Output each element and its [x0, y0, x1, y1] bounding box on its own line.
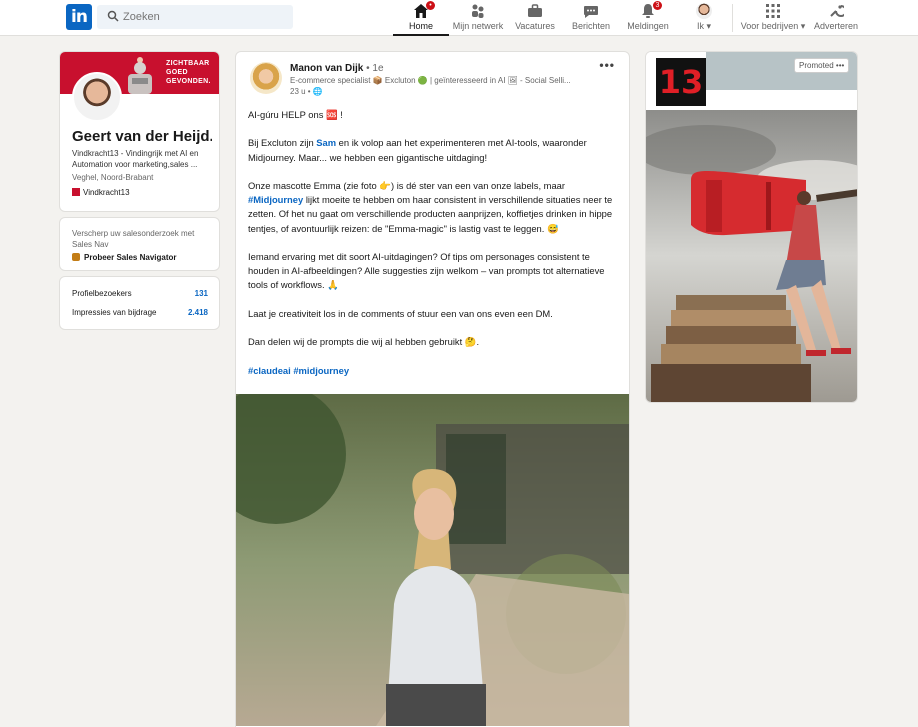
nav-notifications-label: Meldingen: [627, 21, 669, 31]
profile-name[interactable]: Geert van der Heijd...: [72, 128, 212, 145]
stat-impressions[interactable]: Impressies van bijdrage 2.418: [72, 308, 208, 317]
chevron-down-icon: ▾: [800, 21, 806, 31]
nav-advertise[interactable]: Adverteren: [811, 0, 861, 36]
banner-illustration: [128, 57, 152, 94]
search-icon: [107, 10, 119, 22]
nav-me-label: Ik ▾: [683, 21, 725, 32]
post-text-segment: Bij Excluton zijn: [248, 137, 317, 149]
linkedin-logo[interactable]: in: [66, 4, 92, 30]
profile-headline: Vindkracht13 - Vindingrijk met AI en Aut…: [72, 149, 199, 169]
hashtag-link[interactable]: #Midjourney: [248, 194, 303, 205]
nav-for-business-label: Voor bedrijven ▾: [738, 21, 808, 32]
advertise-icon: [828, 3, 847, 19]
post-text-segment: Onze mascotte Emma (zie foto 👉) is dé st…: [248, 179, 566, 191]
stat-profile-viewers[interactable]: Profielbezoekers 131: [72, 289, 208, 298]
nav-messaging-label: Berichten: [571, 21, 611, 31]
nav-home[interactable]: • Home: [393, 0, 449, 36]
post-paragraph: Iemand ervaring met dit soort AI-uitdagi…: [248, 250, 605, 291]
avatar-icon: [696, 3, 712, 19]
nav-advertise-label: Adverteren: [813, 21, 859, 31]
promo-text: Verscherp uw salesonderzoek met Sales Na…: [72, 229, 195, 249]
post-text-segment: lijkt moeite te hebben om haar consisten…: [248, 194, 613, 234]
post-author-avatar[interactable]: [250, 62, 282, 94]
home-badge: •: [426, 1, 435, 10]
nav-me[interactable]: Ik ▾: [683, 0, 725, 36]
nav-me-text: Ik: [696, 21, 704, 31]
profile-company[interactable]: Vindkracht13: [72, 188, 130, 197]
top-navigation-bar: in • Home Mijn netwerk Vacatures Bericht…: [0, 0, 918, 36]
post-paragraph: Onze mascotte Emma (zie foto 👉) is dé st…: [248, 179, 618, 236]
post-author-headline: E-commerce specialist 📦 Excluton 🟢 | geï…: [290, 76, 571, 85]
ad-image[interactable]: [646, 110, 857, 402]
search-box[interactable]: [97, 5, 293, 29]
post-author-label: Manon van Dijk: [290, 63, 364, 74]
promo-link-label: Probeer Sales Navigator: [84, 253, 177, 262]
chevron-down-icon: ▾: [706, 21, 712, 31]
nav-messaging[interactable]: Berichten: [565, 0, 617, 36]
promoted-label[interactable]: Promoted •••: [794, 58, 850, 73]
premium-icon: [72, 253, 80, 261]
profile-location: Veghel, Noord-Brabant: [72, 173, 154, 182]
post-timestamp: 23 u • 🌐: [290, 87, 323, 96]
promoted-ad[interactable]: 13 Promoted •••: [645, 51, 858, 403]
post-paragraph: Dan delen wij de prompts die wij al hebb…: [248, 336, 480, 348]
banner-line-1: ZICHTBAAR: [166, 60, 210, 67]
post-time-label: 23 u •: [290, 87, 311, 96]
banner-slogan: ZICHTBAAR GOED GEVONDEN.: [166, 59, 211, 86]
sales-navigator-promo[interactable]: Verscherp uw salesonderzoek met Sales Na…: [59, 217, 220, 271]
home-icon: •: [413, 1, 435, 19]
nav-home-label: Home: [408, 21, 433, 31]
banner-line-2: GOED: [166, 69, 188, 76]
globe-icon: 🌐: [312, 87, 323, 96]
post-more-button[interactable]: •••: [599, 58, 615, 72]
post-paragraph: Bij Excluton zijn Sam en ik volop aan he…: [248, 136, 618, 164]
post-hashtags[interactable]: #claudeai #midjourney: [248, 364, 618, 378]
bell-icon: 3: [640, 1, 662, 19]
feed-post: Manon van Dijk • 1e E-commerce specialis…: [235, 51, 630, 727]
post-image[interactable]: [236, 394, 629, 726]
nav-divider: [732, 4, 733, 32]
nav-network-label: Mijn netwerk: [452, 21, 504, 31]
stat-label: Impressies van bijdrage: [72, 308, 157, 317]
search-input[interactable]: [123, 5, 283, 29]
mention-link[interactable]: Sam: [316, 137, 336, 148]
stat-value: 2.418: [187, 308, 208, 317]
post-text: AI-gúru HELP ons 🆘 ! Bij Excluton zijn S…: [248, 108, 618, 392]
nav-jobs[interactable]: Vacatures: [509, 0, 561, 36]
grid-icon: [765, 3, 781, 19]
banner-line-3: GEVONDEN.: [166, 78, 211, 85]
notifications-badge: 3: [653, 1, 662, 10]
stat-label: Profielbezoekers: [72, 289, 132, 298]
profile-stats-card: Profielbezoekers 131 Impressies van bijdr…: [59, 276, 220, 330]
messaging-icon: [583, 3, 599, 19]
post-author-name[interactable]: Manon van Dijk • 1e: [290, 63, 384, 74]
nav-for-business[interactable]: Voor bedrijven ▾: [738, 0, 808, 36]
ad-photo-telescope: [646, 110, 857, 402]
post-photo-woman: [236, 394, 629, 726]
nav-jobs-label: Vacatures: [515, 21, 555, 31]
nav-for-business-text: Voor bedrijven: [740, 21, 799, 31]
promo-link[interactable]: Probeer Sales Navigator: [72, 253, 176, 262]
vindkracht13-logo[interactable]: 13: [656, 58, 706, 106]
network-icon: [470, 3, 486, 19]
profile-company-label: Vindkracht13: [83, 188, 130, 197]
stat-value: 131: [194, 289, 208, 298]
connection-degree: • 1e: [366, 63, 384, 74]
post-paragraph: AI-gúru HELP ons 🆘 !: [248, 109, 343, 120]
nav-network[interactable]: Mijn netwerk: [450, 0, 506, 36]
briefcase-icon: [527, 3, 543, 19]
profile-avatar[interactable]: [72, 72, 122, 122]
ad-header: 13 Promoted •••: [646, 52, 857, 110]
post-paragraph: Laat je creativiteit los in de comments …: [248, 307, 553, 319]
profile-card[interactable]: ZICHTBAAR GOED GEVONDEN. Geert van der H…: [59, 51, 220, 212]
nav-notifications[interactable]: 3 Meldingen: [621, 0, 675, 36]
company-icon: [72, 188, 80, 196]
